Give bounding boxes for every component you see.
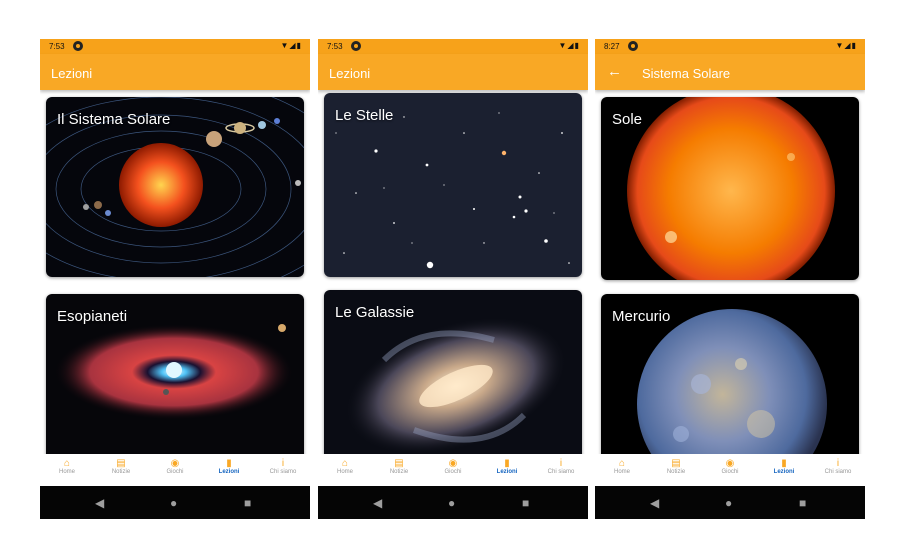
lesson-card-esopianeti[interactable]: Esopianeti: [46, 294, 304, 474]
status-time: 7:53: [49, 42, 65, 51]
recents-nav-icon[interactable]: ■: [799, 496, 806, 510]
nav-item-notizie[interactable]: ▤ Notizie: [94, 458, 148, 475]
gamepad-icon: ◉: [448, 458, 458, 469]
app-bar-title: Sistema Solare: [642, 66, 731, 81]
lesson-card-sistema-solare[interactable]: Il Sistema Solare: [46, 97, 304, 277]
nav-item-home[interactable]: ⌂ Home: [595, 458, 649, 475]
system-navigation-bar: ◀ ● ■: [318, 486, 588, 519]
home-nav-icon[interactable]: ●: [725, 496, 732, 510]
notification-icon: [628, 41, 638, 51]
home-icon: ⌂: [618, 458, 626, 469]
card-title: Mercurio: [612, 308, 671, 325]
app-bar-title: Lezioni: [51, 66, 93, 81]
status-bar: 8:27 ▼◢▮: [595, 39, 865, 54]
info-icon: i: [281, 458, 285, 469]
nav-item-lezioni[interactable]: ▮ Lezioni: [757, 458, 811, 475]
bottom-navigation: ⌂ Home ▤ Notizie ◉ Giochi ▮ Lezioni i Chi sia…: [595, 454, 865, 486]
book-icon: ▮: [504, 458, 510, 469]
info-icon: i: [559, 458, 563, 469]
nav-item-chi-siamo[interactable]: i Chi siamo: [534, 458, 588, 475]
nav-item-giochi[interactable]: ◉ Giochi: [703, 458, 757, 475]
card-title: Esopianeti: [57, 308, 128, 325]
signal-battery-icon: ▼◢▮: [835, 41, 857, 50]
bottom-navigation: ⌂ Home ▤ Notizie ◉ Giochi ▮ Lezioni i Chi sia…: [318, 454, 588, 486]
nav-item-notizie[interactable]: ▤ Notizie: [372, 458, 426, 475]
app-bar-title: Lezioni: [329, 66, 371, 81]
phone-screen-lezioni-2: 7:53 ▼◢▮ Lezioni Le Stelle Le Galassie ⌂…: [318, 39, 588, 519]
system-navigation-bar: ◀ ● ■: [40, 486, 310, 519]
nav-item-giochi[interactable]: ◉ Giochi: [148, 458, 202, 475]
back-nav-icon[interactable]: ◀: [650, 496, 659, 510]
gamepad-icon: ◉: [725, 458, 735, 469]
back-nav-icon[interactable]: ◀: [373, 496, 382, 510]
app-bar: Lezioni: [40, 54, 310, 90]
notification-icon: [73, 41, 83, 51]
planet-card-sole[interactable]: Sole: [601, 97, 859, 280]
nav-item-lezioni[interactable]: ▮ Lezioni: [480, 458, 534, 475]
phone-screen-lezioni-1: 7:53 ▼◢▮ Lezioni Il Sistema Solare Esopi…: [40, 39, 310, 519]
card-title: Sole: [612, 111, 643, 128]
home-icon: ⌂: [341, 458, 349, 469]
status-bar: 7:53 ▼◢▮: [318, 39, 588, 54]
lesson-card-le-galassie[interactable]: Le Galassie: [324, 290, 582, 474]
newspaper-icon: ▤: [116, 458, 126, 469]
app-bar: ← Sistema Solare: [595, 54, 865, 90]
nav-item-chi-siamo[interactable]: i Chi siamo: [811, 458, 865, 475]
nav-item-chi-siamo[interactable]: i Chi siamo: [256, 458, 310, 475]
recents-nav-icon[interactable]: ■: [522, 496, 529, 510]
home-nav-icon[interactable]: ●: [170, 496, 177, 510]
planet-card-mercurio[interactable]: Mercurio: [601, 294, 859, 474]
nav-item-giochi[interactable]: ◉ Giochi: [426, 458, 480, 475]
home-nav-icon[interactable]: ●: [448, 496, 455, 510]
status-bar: 7:53 ▼◢▮: [40, 39, 310, 54]
home-icon: ⌂: [63, 458, 71, 469]
bottom-navigation: ⌂ Home ▤ Notizie ◉ Giochi ▮ Lezioni i Chi sia…: [40, 454, 310, 486]
info-icon: i: [836, 458, 840, 469]
book-icon: ▮: [226, 458, 232, 469]
card-title: Le Galassie: [335, 304, 415, 321]
newspaper-icon: ▤: [394, 458, 404, 469]
gamepad-icon: ◉: [170, 458, 180, 469]
back-nav-icon[interactable]: ◀: [95, 496, 104, 510]
book-icon: ▮: [781, 458, 787, 469]
recents-nav-icon[interactable]: ■: [244, 496, 251, 510]
signal-battery-icon: ▼◢▮: [280, 41, 302, 50]
system-navigation-bar: ◀ ● ■: [595, 486, 865, 519]
status-time: 7:53: [327, 42, 343, 51]
card-title: Le Stelle: [335, 107, 394, 124]
back-arrow-icon[interactable]: ←: [607, 63, 622, 80]
phone-screen-sistema-solare: 8:27 ▼◢▮ ← Sistema Solare Sole Mercurio …: [595, 39, 865, 519]
notification-icon: [351, 41, 361, 51]
nav-item-home[interactable]: ⌂ Home: [40, 458, 94, 475]
card-title: Il Sistema Solare: [57, 111, 171, 128]
lesson-card-le-stelle[interactable]: Le Stelle: [324, 93, 582, 277]
nav-item-notizie[interactable]: ▤ Notizie: [649, 458, 703, 475]
signal-battery-icon: ▼◢▮: [558, 41, 580, 50]
newspaper-icon: ▤: [671, 458, 681, 469]
nav-item-home[interactable]: ⌂ Home: [318, 458, 372, 475]
status-time: 8:27: [604, 42, 620, 51]
nav-item-lezioni[interactable]: ▮ Lezioni: [202, 458, 256, 475]
app-bar: Lezioni: [318, 54, 588, 90]
